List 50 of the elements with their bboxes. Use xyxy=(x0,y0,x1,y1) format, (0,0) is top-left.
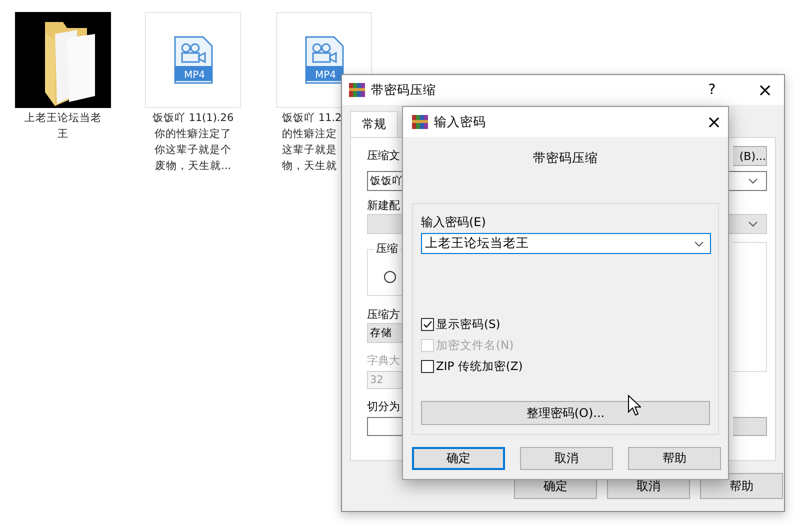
file-thumbnail[interactable]: MP4 xyxy=(145,12,241,108)
file-name-line: 上老王论坛当老 xyxy=(24,111,102,126)
window-title: 带密码压缩 xyxy=(371,82,437,98)
file-type-label: MP4 xyxy=(182,68,206,82)
field-label: 新建配 xyxy=(367,199,400,213)
chevron-down-icon xyxy=(748,221,758,227)
field-value: 存储 xyxy=(370,326,392,340)
file-name-line: 的性癖注定 xyxy=(282,127,337,142)
file-name-line: 你的性癖注定了 xyxy=(154,127,232,142)
file-name-line: 王 xyxy=(58,127,68,142)
tab[interactable]: 常规 xyxy=(350,111,398,137)
file-name-line: 物，天生就 xyxy=(282,159,337,174)
browse-button[interactable]: (B)... xyxy=(733,146,767,166)
field-value: 32 xyxy=(370,374,384,386)
chevron-down-icon xyxy=(748,178,758,184)
close-button[interactable]: × xyxy=(700,112,728,132)
close-button[interactable]: × xyxy=(750,80,780,100)
dialog-heading: 带密码压缩 xyxy=(533,150,598,166)
chevron-down-icon xyxy=(694,240,704,246)
folder-icon[interactable] xyxy=(15,12,111,108)
file-type-label: MP4 xyxy=(314,68,338,82)
password-combo-box[interactable]: 上老王论坛当老王 xyxy=(421,233,711,254)
checkbox-label: 加密文件名(N) xyxy=(436,337,514,353)
field-value: 饭饭吖 xyxy=(370,174,403,188)
cursor-icon xyxy=(628,395,641,416)
field-label: 字典大 xyxy=(367,354,400,368)
checkbox-label: ZIP 传统加密(Z) xyxy=(436,358,523,374)
group-label: 压缩 xyxy=(374,242,400,256)
file-name-line: 废物，天生就... xyxy=(154,159,231,174)
file-name-line: 饭饭吖 11(1).26 xyxy=(152,111,234,126)
checkbox[interactable] xyxy=(421,318,434,330)
field-label: 输入密码(E) xyxy=(421,214,486,230)
dialog-button[interactable]: 帮助 xyxy=(700,473,783,499)
checkbox-label: 显示密码(S) xyxy=(436,316,500,332)
archive-icon xyxy=(412,114,428,130)
file-name-line: 饭饭吖 11.2 xyxy=(282,111,342,126)
field-label: 压缩文 xyxy=(367,149,400,163)
checkbox[interactable] xyxy=(421,360,434,372)
organize-passwords-button[interactable]: 整理密码(O)... xyxy=(421,401,710,425)
help-button[interactable]: ? xyxy=(700,82,724,98)
window-title: 输入密码 xyxy=(434,114,487,130)
dialog-button[interactable]: 确定 xyxy=(412,447,505,470)
archive-icon xyxy=(349,82,365,98)
dialog-button[interactable]: 帮助 xyxy=(628,447,721,470)
radio-button[interactable] xyxy=(384,271,396,283)
field-label: 压缩方 xyxy=(367,308,400,322)
field-label: 切分为 xyxy=(367,400,400,414)
dialog-button[interactable]: 取消 xyxy=(520,447,613,470)
file-name-line: 这辈子就是 xyxy=(282,143,337,158)
file-name-line: 你这辈子就是个 xyxy=(154,143,232,158)
